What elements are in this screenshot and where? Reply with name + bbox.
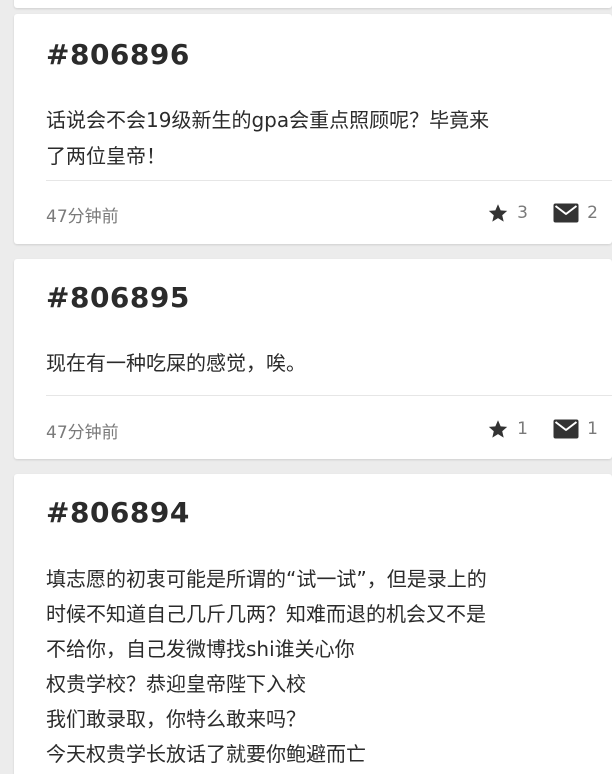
comment-count: 1 bbox=[587, 419, 598, 439]
post-body-line: 话说会不会19级新生的gpa会重点照顾呢？毕竟来 bbox=[46, 108, 490, 132]
post-body: 填志愿的初衷可能是所谓的“试一试”，但是录上的 时候不知道自己几斤几两？知难而退… bbox=[46, 562, 592, 772]
previous-post-card bbox=[14, 0, 612, 8]
post-body: 话说会不会19级新生的gpa会重点照顾呢？毕竟来 了两位皇帝！ bbox=[46, 102, 592, 174]
post-timestamp: 47分钟前 bbox=[46, 423, 119, 443]
mail-icon bbox=[553, 203, 579, 223]
divider bbox=[46, 395, 612, 396]
comment-count: 2 bbox=[587, 203, 598, 223]
star-count: 3 bbox=[517, 203, 528, 223]
post-card[interactable]: #806896 话说会不会19级新生的gpa会重点照顾呢？毕竟来 了两位皇帝！ … bbox=[14, 14, 612, 244]
post-id: #806896 bbox=[46, 38, 190, 71]
post-id: #806895 bbox=[46, 281, 190, 314]
post-body: 现在有一种吃屎的感觉，唉。 bbox=[46, 345, 592, 381]
post-meta: 47分钟前 3 2 bbox=[46, 198, 598, 228]
star-button[interactable]: 1 bbox=[487, 414, 528, 444]
post-meta: 47分钟前 1 1 bbox=[46, 414, 598, 444]
star-count: 1 bbox=[517, 419, 528, 439]
post-body-line: 权贵学校？恭迎皇帝陛下入校 bbox=[46, 672, 306, 696]
post-body-line: 我们敢录取，你特么敢来吗？ bbox=[46, 707, 306, 731]
post-card[interactable]: #806895 现在有一种吃屎的感觉，唉。 47分钟前 1 1 bbox=[14, 259, 612, 459]
comment-button[interactable]: 1 bbox=[553, 414, 598, 444]
post-id: #806894 bbox=[46, 496, 190, 529]
mail-icon bbox=[553, 419, 579, 439]
post-timestamp: 47分钟前 bbox=[46, 207, 119, 227]
comment-button[interactable]: 2 bbox=[553, 198, 598, 228]
post-body-line: 了两位皇帝！ bbox=[46, 144, 166, 168]
post-card[interactable]: #806894 填志愿的初衷可能是所谓的“试一试”，但是录上的 时候不知道自己几… bbox=[14, 474, 612, 774]
star-icon bbox=[487, 418, 509, 440]
post-body-line: 时候不知道自己几斤几两？知难而退的机会又不是 bbox=[46, 602, 486, 626]
post-body-line: 不给你，自己发微博找shi谁关心你 bbox=[46, 637, 355, 661]
star-icon bbox=[487, 202, 509, 224]
star-button[interactable]: 3 bbox=[487, 198, 528, 228]
divider bbox=[46, 180, 612, 181]
post-body-line: 今天权贵学长放话了就要你鲍避而亡 bbox=[46, 742, 366, 766]
post-body-line: 现在有一种吃屎的感觉，唉。 bbox=[46, 351, 306, 375]
post-body-line: 填志愿的初衷可能是所谓的“试一试”，但是录上的 bbox=[46, 567, 487, 591]
post-feed: #806896 话说会不会19级新生的gpa会重点照顾呢？毕竟来 了两位皇帝！ … bbox=[0, 0, 612, 774]
